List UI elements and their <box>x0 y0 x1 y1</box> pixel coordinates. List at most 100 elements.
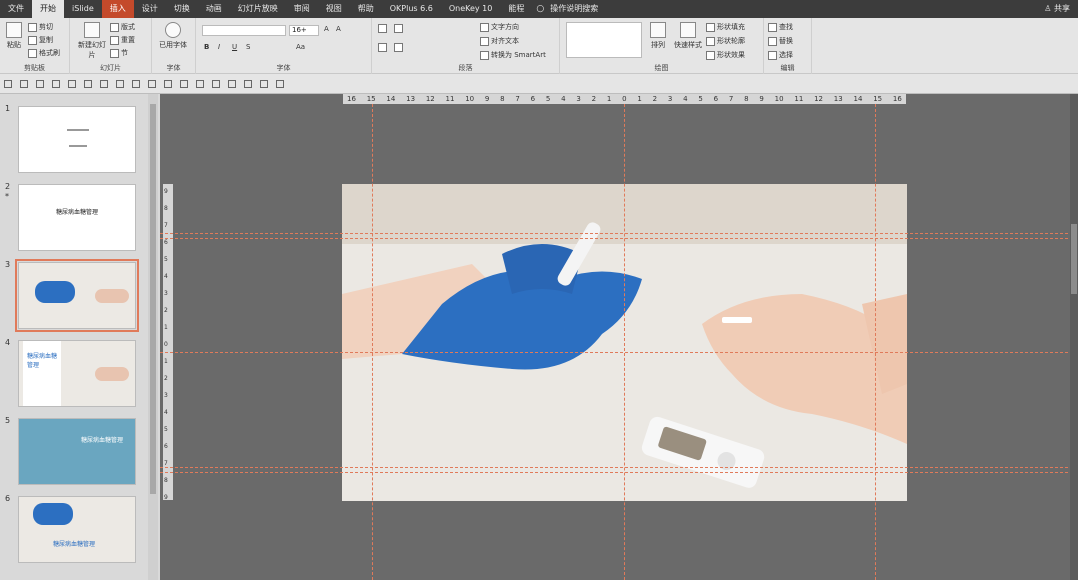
thumbnail-frame[interactable]: 糖尿病血糖管理 <box>18 496 136 563</box>
tell-me-search[interactable]: ○ 操作说明搜索 <box>536 0 598 18</box>
text-direction-button[interactable]: 文字方向 <box>480 22 519 32</box>
shapes-gallery[interactable] <box>566 22 642 58</box>
qat-icon-2[interactable] <box>20 79 28 88</box>
numbering-button[interactable] <box>394 24 403 33</box>
thumbnail-2[interactable]: 2 * 糖尿病血糖管理 <box>0 180 145 251</box>
qat-icon-16[interactable] <box>244 79 252 88</box>
smartart-button[interactable]: 转换为 SmartArt <box>480 50 546 60</box>
find-label: 查找 <box>779 23 793 31</box>
shrink-font-button[interactable]: A <box>336 25 341 33</box>
align-left-button[interactable] <box>378 43 387 52</box>
font-size-dropdown[interactable]: 16+ <box>289 25 319 36</box>
tab-design[interactable]: 设计 <box>134 0 166 18</box>
qat-icon-17[interactable] <box>260 79 268 88</box>
find-button[interactable]: 查找 <box>768 22 793 32</box>
tab-file[interactable]: 文件 <box>0 0 32 18</box>
thumbnail-3[interactable]: 3 <box>0 258 145 332</box>
tab-help[interactable]: 帮助 <box>350 0 382 18</box>
align-center-button[interactable] <box>394 43 403 52</box>
qat-icon-12[interactable] <box>180 79 188 88</box>
thumbnail-scrollbar[interactable] <box>148 94 158 580</box>
grow-font-button[interactable]: A <box>324 25 329 33</box>
font-name-dropdown[interactable] <box>202 25 286 36</box>
editor-scroll-thumb[interactable] <box>1071 224 1077 294</box>
tab-review[interactable]: 审阅 <box>286 0 318 18</box>
cursor-icon <box>768 50 777 60</box>
align-text-button[interactable]: 对齐文本 <box>480 36 519 46</box>
font-used-button[interactable]: 已用字体 <box>156 22 190 50</box>
tab-slideshow[interactable]: 幻灯片放映 <box>230 0 286 18</box>
paint-bucket-icon <box>706 22 715 32</box>
underline-button[interactable]: U <box>232 43 237 51</box>
cut-button[interactable]: 剪切 <box>28 22 53 32</box>
replace-button[interactable]: 替换 <box>768 36 793 46</box>
bold-button[interactable]: B <box>204 43 209 51</box>
thumbnail-5[interactable]: 5 糖尿病血糖管理 <box>0 414 145 485</box>
select-button[interactable]: 选择 <box>768 50 793 60</box>
qat-icon-13[interactable] <box>196 79 204 88</box>
font-used-icon <box>165 22 181 38</box>
guide-vertical-center[interactable] <box>624 104 625 580</box>
qat-icon-14[interactable] <box>212 79 220 88</box>
italic-button[interactable]: I <box>218 43 220 51</box>
thumbnail-4[interactable]: 4 糖尿病血糖管理 <box>0 336 145 407</box>
text-direction-icon <box>480 22 489 32</box>
qat-icon-8[interactable] <box>116 79 124 88</box>
quick-styles-button[interactable]: 快速样式 <box>674 22 702 50</box>
new-slide-button[interactable]: 新建幻灯片 <box>76 22 108 60</box>
guide-vertical[interactable] <box>875 104 876 580</box>
qat-icon-7[interactable] <box>100 79 108 88</box>
thumbnail-frame-selected[interactable] <box>15 259 139 332</box>
reset-button[interactable]: 重置 <box>110 35 135 45</box>
tab-nengcheng[interactable]: 能程 <box>500 0 532 18</box>
bullets-button[interactable] <box>378 24 387 33</box>
thumbnail-frame[interactable] <box>18 106 136 173</box>
guide-horizontal[interactable] <box>160 233 1078 234</box>
tab-onekey[interactable]: OneKey 10 <box>441 0 501 18</box>
qat-icon-10[interactable] <box>148 79 156 88</box>
share-button[interactable]: ♙ 共享 <box>1044 0 1070 18</box>
tab-insert[interactable]: 插入 <box>101 0 134 18</box>
qat-icon-15[interactable] <box>228 79 236 88</box>
guide-horizontal-center[interactable] <box>160 352 1078 353</box>
paste-button[interactable]: 粘贴 <box>4 22 24 50</box>
qat-icon-4[interactable] <box>52 79 60 88</box>
shape-effects-button[interactable]: 形状效果 <box>706 50 745 60</box>
layout-button[interactable]: 版式 <box>110 22 135 32</box>
tab-home[interactable]: 开始 <box>32 0 64 18</box>
char-spacing-button[interactable]: Aa <box>296 43 305 51</box>
tab-view[interactable]: 视图 <box>318 0 350 18</box>
shape-fill-button[interactable]: 形状填充 <box>706 22 745 32</box>
scroll-thumb[interactable] <box>150 104 156 494</box>
copy-button[interactable]: 复制 <box>28 35 53 45</box>
shadow-button[interactable]: S <box>246 43 250 51</box>
qat-icon-11[interactable] <box>164 79 172 88</box>
shape-outline-button[interactable]: 形状轮廓 <box>706 36 745 46</box>
thumbnail-frame[interactable]: 糖尿病血糖管理 <box>18 184 136 251</box>
thumbnail-6[interactable]: 6 糖尿病血糖管理 <box>0 492 145 563</box>
thumbnail-frame[interactable]: 糖尿病血糖管理 <box>18 418 136 485</box>
qat-icon-5[interactable] <box>68 79 76 88</box>
qat-icon-9[interactable] <box>132 79 140 88</box>
tab-islide[interactable]: iSlide <box>64 0 102 18</box>
thumbnail-1[interactable]: 1 <box>0 102 145 173</box>
tab-transitions[interactable]: 切换 <box>166 0 198 18</box>
section-button[interactable]: 节 <box>110 48 128 58</box>
h-ruler-tick: 13 <box>833 95 843 103</box>
thumbnail-frame[interactable]: 糖尿病血糖管理 <box>18 340 136 407</box>
qat-icon-1[interactable] <box>4 79 12 88</box>
qat-icon-6[interactable] <box>84 79 92 88</box>
qat-icon-3[interactable] <box>36 79 44 88</box>
guide-vertical[interactable] <box>372 104 373 580</box>
arrange-button[interactable]: 排列 <box>650 22 666 50</box>
guide-horizontal[interactable] <box>160 467 1078 468</box>
v-ruler-tick: 9 <box>164 188 168 195</box>
guide-horizontal[interactable] <box>160 238 1078 239</box>
editor-scrollbar[interactable] <box>1070 94 1078 580</box>
guide-horizontal[interactable] <box>160 472 1078 473</box>
format-painter-button[interactable]: 格式刷 <box>28 48 60 58</box>
qat-icon-18[interactable] <box>276 79 284 88</box>
tab-animations[interactable]: 动画 <box>198 0 230 18</box>
h-ruler-tick: 1 <box>606 95 612 103</box>
tab-okplus[interactable]: OKPlus 6.6 <box>382 0 441 18</box>
